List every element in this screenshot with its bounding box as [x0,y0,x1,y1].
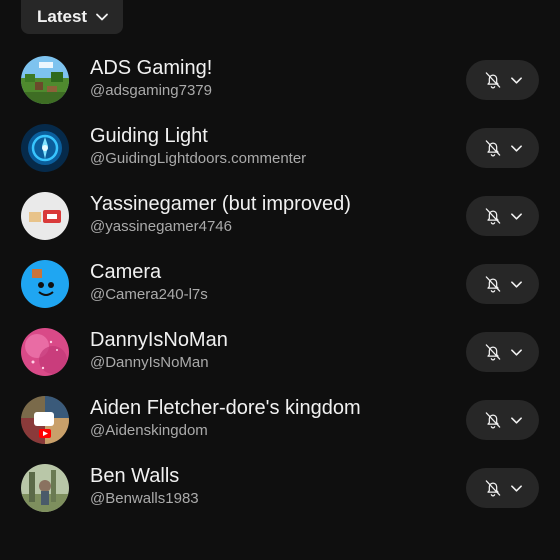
notification-settings-button[interactable] [466,264,539,304]
notification-settings-button[interactable] [466,60,539,100]
chevron-down-icon [510,76,522,84]
channel-row[interactable]: ADS Gaming! @adsgaming7379 [0,46,560,114]
sort-dropdown[interactable]: Latest [21,0,124,34]
channel-avatar[interactable] [21,260,69,308]
channel-avatar[interactable] [21,396,69,444]
chevron-down-icon [96,13,108,21]
channel-row[interactable]: Camera @Camera240-l7s [0,250,560,318]
channel-handle: @yassinegamer4746 [90,218,232,235]
channel-name[interactable]: ADS Gaming! [90,56,450,80]
notification-settings-button[interactable] [466,196,539,236]
channel-handle: @DannyIsNoMan [90,354,209,371]
channel-name[interactable]: DannyIsNoMan [90,328,450,352]
channel-row[interactable]: DannyIsNoMan @DannyIsNoMan [0,318,560,386]
chevron-down-icon [510,416,522,424]
channel-avatar[interactable] [21,192,69,240]
notification-settings-button[interactable] [466,332,539,372]
channel-name[interactable]: Aiden Fletcher-dore's kingdom [90,396,450,420]
notification-settings-button[interactable] [466,468,539,508]
chevron-down-icon [510,144,522,152]
bell-off-icon [485,72,500,89]
notification-settings-button[interactable] [466,128,539,168]
chevron-down-icon [510,212,522,220]
channel-row[interactable]: Aiden Fletcher-dore's kingdom @Aidenskin… [0,386,560,454]
channel-avatar[interactable] [21,328,69,376]
channel-name[interactable]: Ben Walls [90,464,450,488]
bell-off-icon [485,140,500,157]
channel-handle: @Benwalls1983 [90,490,199,507]
channel-name[interactable]: Yassinegamer (but improved) [90,192,450,216]
bell-off-icon [485,208,500,225]
channel-avatar[interactable] [21,464,69,512]
chevron-down-icon [510,484,522,492]
channel-list: ADS Gaming! @adsgaming7379 Guiding Light… [0,46,560,522]
bell-off-icon [485,412,500,429]
channel-row[interactable]: Ben Walls @Benwalls1983 [0,454,560,522]
channel-name[interactable]: Camera [90,260,450,284]
channel-row[interactable]: Guiding Light @GuidingLightdoors.comment… [0,114,560,182]
channel-avatar[interactable] [21,56,69,104]
channel-handle: @adsgaming7379 [90,82,212,99]
channel-handle: @Camera240-l7s [90,286,208,303]
channel-name[interactable]: Guiding Light [90,124,450,148]
bell-off-icon [485,344,500,361]
sort-label: Latest [37,7,88,26]
channel-row[interactable]: Yassinegamer (but improved) @yassinegame… [0,182,560,250]
channel-avatar[interactable] [21,124,69,172]
bell-off-icon [485,480,500,497]
channel-handle: @Aidenskingdom [90,422,208,439]
notification-settings-button[interactable] [466,400,539,440]
chevron-down-icon [510,280,522,288]
channel-handle: @GuidingLightdoors.commenter [90,150,307,167]
bell-off-icon [485,276,500,293]
chevron-down-icon [510,348,522,356]
